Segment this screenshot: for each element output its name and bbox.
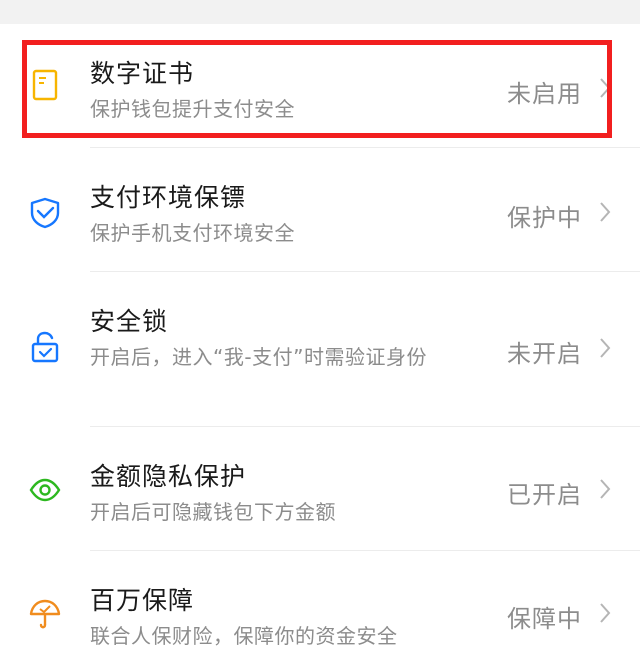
item-subtitle: 开启后可隐藏钱包下方金额 <box>90 500 336 524</box>
shield-check-icon <box>28 196 62 230</box>
chevron-right-icon <box>598 76 612 100</box>
item-subtitle: 开启后，进入“我-支付”时需验证身份 <box>90 345 427 369</box>
item-subtitle: 保护钱包提升支付安全 <box>90 97 295 121</box>
certificate-icon <box>28 68 62 102</box>
item-title: 金额隐私保护 <box>90 462 247 491</box>
eye-icon <box>28 473 62 507</box>
item-subtitle: 联合人保财险，保障你的资金安全 <box>90 624 398 648</box>
security-settings-list: 数字证书 保护钱包提升支付安全 未启用 支付环境保镖 保护手机支付环境安全 保护… <box>0 24 640 648</box>
list-item-payment-guard[interactable]: 支付环境保镖 保护手机支付环境安全 保护中 <box>0 148 640 272</box>
chevron-right-icon <box>598 477 612 501</box>
status-text: 未开启 <box>507 340 582 368</box>
status-text: 未启用 <box>507 80 582 108</box>
status-text: 保护中 <box>507 204 582 232</box>
list-item-amount-privacy[interactable]: 金额隐私保护 开启后可隐藏钱包下方金额 已开启 <box>0 427 640 551</box>
top-spacer <box>0 0 640 24</box>
umbrella-icon <box>28 597 62 631</box>
chevron-right-icon <box>598 601 612 625</box>
list-item-million-guarantee[interactable]: 百万保障 联合人保财险，保障你的资金安全 保障中 <box>0 551 640 648</box>
list-item-security-lock[interactable]: 安全锁 开启后，进入“我-支付”时需验证身份 未开启 <box>0 272 640 427</box>
item-title: 支付环境保镖 <box>90 183 247 212</box>
list-item-digital-certificate[interactable]: 数字证书 保护钱包提升支付安全 未启用 <box>0 24 640 148</box>
chevron-right-icon <box>598 336 612 360</box>
item-title: 数字证书 <box>90 59 195 88</box>
chevron-right-icon <box>598 200 612 224</box>
lock-icon <box>28 330 62 364</box>
item-title: 安全锁 <box>90 307 169 336</box>
item-subtitle: 保护手机支付环境安全 <box>90 221 295 245</box>
status-text: 已开启 <box>507 481 582 509</box>
item-title: 百万保障 <box>90 586 195 615</box>
status-text: 保障中 <box>507 605 582 633</box>
